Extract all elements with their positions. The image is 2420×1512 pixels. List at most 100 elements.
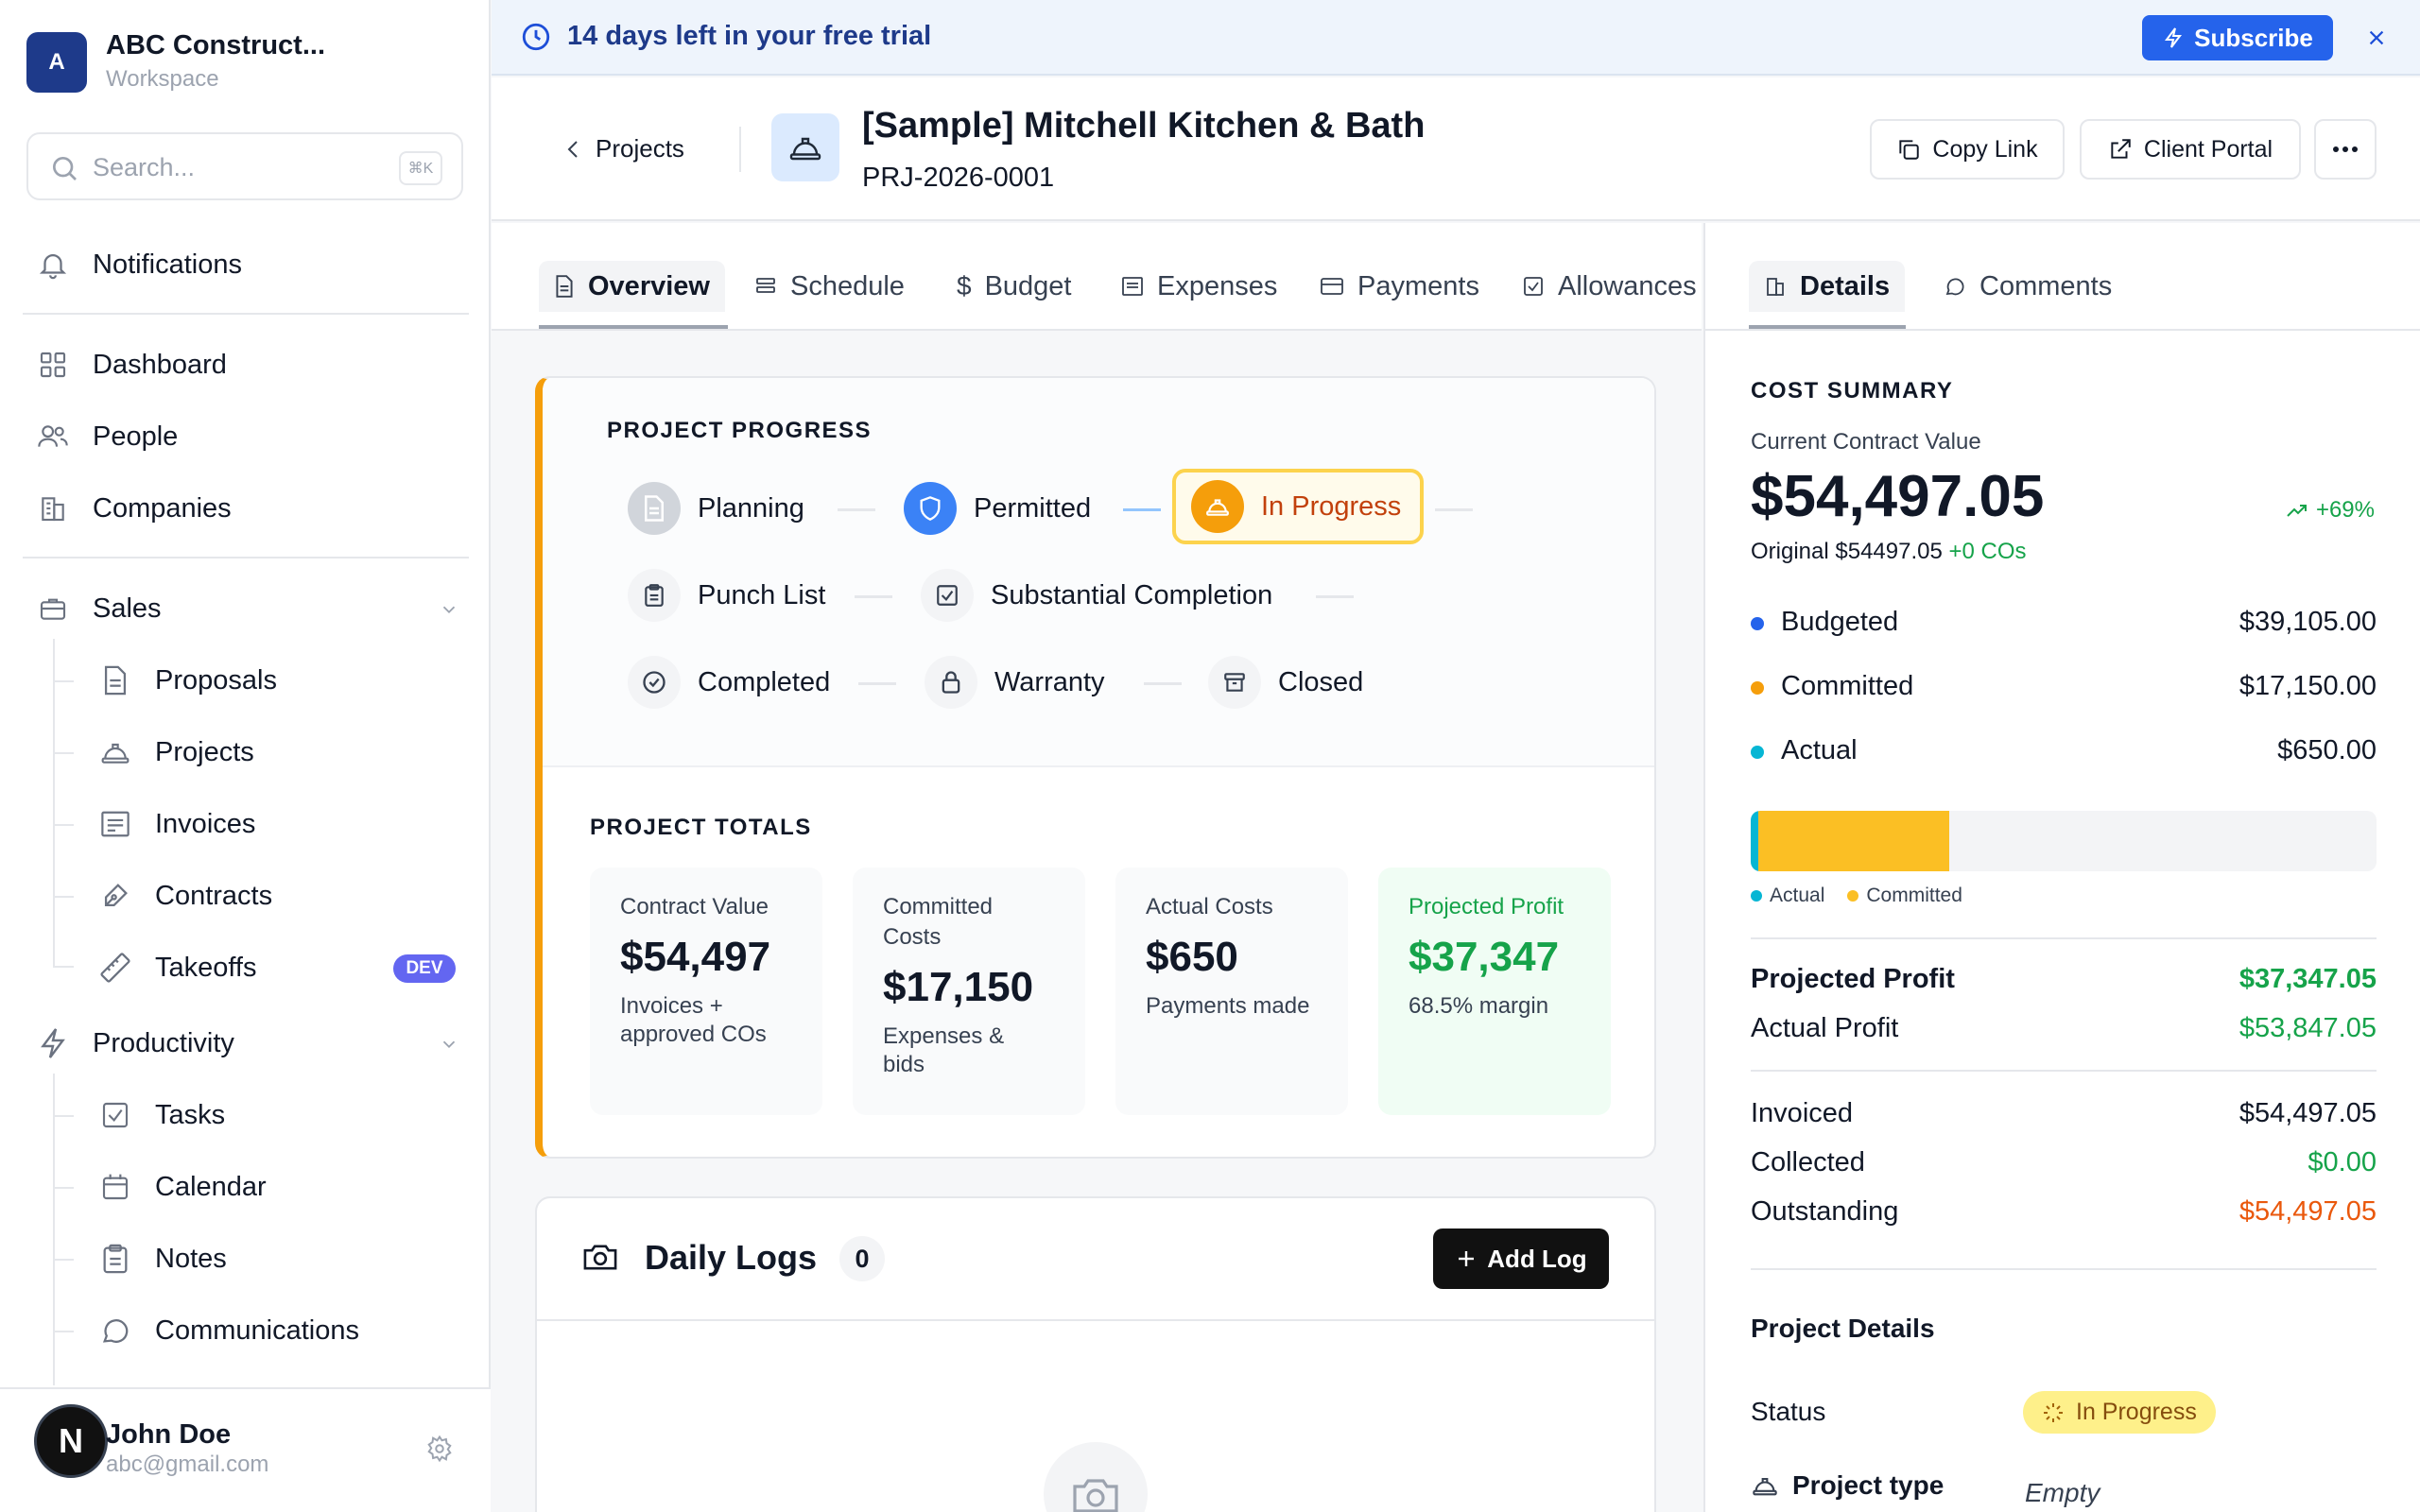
- step-planning[interactable]: Planning: [628, 482, 804, 535]
- step-label: Completed: [698, 666, 831, 697]
- sidebar-item-notes[interactable]: Notes: [98, 1230, 227, 1287]
- bell-icon: [34, 246, 72, 284]
- step-connector: [1144, 682, 1182, 685]
- total-value: $54,497: [620, 934, 771, 980]
- step-label: In Progress: [1261, 490, 1402, 522]
- step-punch-list[interactable]: Punch List: [628, 569, 825, 622]
- sidebar-item-label: Takeoffs: [155, 952, 257, 983]
- tab-allowances[interactable]: Allowances: [1507, 261, 1712, 312]
- sidebar-item-contracts[interactable]: Contracts: [98, 868, 272, 924]
- subscribe-button[interactable]: Subscribe: [2142, 15, 2333, 60]
- ruler-icon: [98, 951, 132, 985]
- cost-line-budgeted: Budgeted $39,105.00: [1751, 607, 2377, 638]
- step-in-progress[interactable]: In Progress: [1172, 469, 1425, 544]
- more-options-button[interactable]: [2314, 119, 2377, 180]
- sidebar-item-dashboard[interactable]: Dashboard: [34, 336, 227, 393]
- section-label: PROJECT TOTALS: [590, 815, 812, 840]
- tab-overview[interactable]: Overview: [539, 261, 725, 312]
- sidebar-group-productivity[interactable]: Productivity: [34, 1015, 459, 1072]
- legend-dot: [1751, 681, 1764, 695]
- document-icon: [554, 274, 575, 299]
- total-card-projected-profit: Projected Profit $37,347 68.5% margin: [1378, 868, 1611, 1115]
- sidebar-item-invoices[interactable]: Invoices: [98, 796, 255, 852]
- tab-schedule[interactable]: Schedule: [739, 261, 920, 312]
- row-label: Actual Profit: [1751, 1013, 1899, 1043]
- copy-link-label: Copy Link: [1932, 135, 2038, 163]
- workspace-name[interactable]: ABC Construct...: [106, 30, 325, 61]
- tab-label: Comments: [1979, 270, 2113, 301]
- total-card-committed-costs: Committed Costs $17,150 Expenses & bids: [853, 868, 1085, 1115]
- tab-payments[interactable]: Payments: [1305, 261, 1495, 312]
- copy-link-button[interactable]: Copy Link: [1870, 119, 2065, 180]
- original-value: Original $54497.05: [1751, 539, 1943, 564]
- sidebar-item-communications[interactable]: Communications: [98, 1302, 359, 1359]
- tab-expenses[interactable]: Expenses: [1106, 261, 1292, 312]
- divider: [543, 765, 1654, 767]
- side-tab-bar: Details Comments: [1703, 223, 2420, 331]
- step-warranty[interactable]: Warranty: [925, 656, 1105, 709]
- step-substantial-completion[interactable]: Substantial Completion: [921, 569, 1272, 622]
- chat-icon: [1944, 275, 1966, 298]
- sidebar-item-takeoffs[interactable]: Takeoffs: [98, 939, 256, 996]
- workspace-avatar[interactable]: A: [26, 32, 87, 93]
- project-progress-card: PROJECT PROGRESS Planning Permitted In P…: [535, 376, 1656, 1159]
- sidebar-item-people[interactable]: People: [34, 408, 178, 465]
- details-panel: COST SUMMARY Current Contract Value $54,…: [1703, 331, 2420, 1512]
- back-to-projects-link[interactable]: Projects: [563, 134, 684, 163]
- client-portal-button[interactable]: Client Portal: [2080, 119, 2301, 180]
- count-badge: 0: [839, 1236, 885, 1281]
- actual-fill: [1751, 811, 1758, 871]
- legend-label: Actual: [1770, 885, 1825, 906]
- user-email: abc@gmail.com: [106, 1452, 269, 1477]
- step-completed[interactable]: Completed: [628, 656, 830, 709]
- trend-badge: +69%: [2286, 497, 2375, 524]
- step-permitted[interactable]: Permitted: [904, 482, 1091, 535]
- sidebar-item-label: Proposals: [155, 664, 277, 696]
- avatar[interactable]: N: [34, 1404, 108, 1478]
- sidebar-group-label: Sales: [93, 593, 162, 624]
- camera-icon: [1071, 1472, 1120, 1512]
- sidebar-item-companies[interactable]: Companies: [34, 480, 232, 537]
- project-type-value[interactable]: Empty: [2025, 1478, 2100, 1508]
- tab-comments[interactable]: Comments: [1928, 261, 2127, 312]
- divider: [739, 127, 741, 172]
- sidebar-item-proposals[interactable]: Proposals: [98, 652, 277, 709]
- close-icon[interactable]: [2360, 21, 2394, 55]
- lock-icon: [925, 656, 977, 709]
- tree-tick: [53, 1115, 74, 1117]
- sidebar-item-notifications[interactable]: Notifications: [34, 236, 242, 293]
- legend-dot: [1751, 890, 1762, 902]
- tab-details[interactable]: Details: [1749, 261, 1906, 312]
- external-link-icon: [2108, 137, 2133, 162]
- grid-icon: [34, 346, 72, 384]
- status-badge[interactable]: In Progress: [2023, 1391, 2216, 1434]
- check-circle-icon: [628, 656, 681, 709]
- search-input[interactable]: Search... ⌘K: [26, 132, 463, 200]
- sidebar-item-projects[interactable]: Projects: [98, 724, 254, 781]
- divider: [1751, 1268, 2377, 1270]
- step-label: Punch List: [698, 579, 826, 610]
- cost-line-actual: Actual $650.00: [1751, 735, 2377, 766]
- camera-icon: [582, 1240, 618, 1272]
- hardhat-icon: [98, 735, 132, 769]
- tab-budget[interactable]: $ Budget: [942, 261, 1087, 312]
- total-subtext: Payments made: [1146, 993, 1310, 1019]
- sidebar: A ABC Construct... Workspace Search... ⌘…: [0, 0, 491, 1512]
- collected-row: Collected $0.00: [1751, 1147, 2377, 1178]
- tree-line: [53, 1074, 55, 1385]
- total-subtext: Invoices + approved COs: [620, 993, 767, 1047]
- sidebar-item-tasks[interactable]: Tasks: [98, 1087, 225, 1143]
- more-icon: [2332, 146, 2359, 153]
- legend-label: Committed: [1866, 885, 1962, 906]
- add-log-button[interactable]: Add Log: [1433, 1228, 1609, 1289]
- hardhat-icon: [1751, 1472, 1779, 1499]
- sidebar-item-label: People: [93, 421, 179, 452]
- step-closed[interactable]: Closed: [1208, 656, 1363, 709]
- sidebar-item-calendar[interactable]: Calendar: [98, 1159, 267, 1215]
- hardhat-icon: [786, 130, 824, 164]
- sidebar-group-sales[interactable]: Sales: [34, 580, 459, 637]
- total-value: $17,150: [883, 964, 1034, 1010]
- users-icon: [34, 418, 72, 455]
- checkbox-icon: [921, 569, 974, 622]
- settings-icon[interactable]: [425, 1435, 454, 1463]
